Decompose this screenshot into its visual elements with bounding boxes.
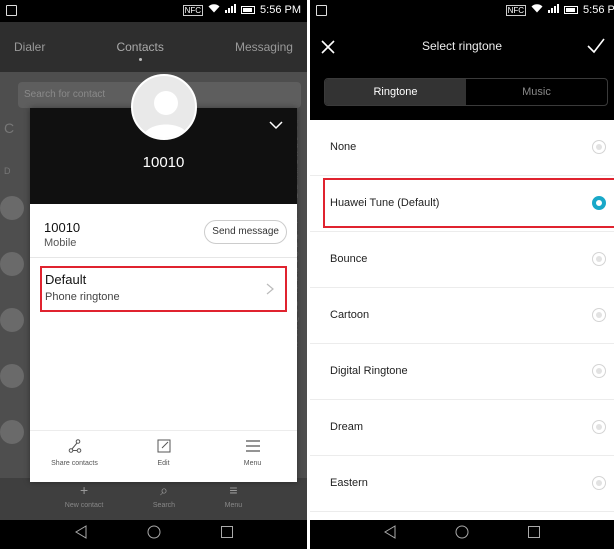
edit-button[interactable]: Edit (119, 431, 208, 482)
avatar (0, 196, 24, 220)
contact-card: 10010 10010 Mobile Send message Default … (30, 74, 297, 482)
segmented-control: Ringtone Music (324, 78, 608, 106)
menu-button[interactable]: ≡ Menu (225, 478, 243, 520)
card-menu-button[interactable]: Menu (208, 431, 297, 482)
list-item[interactable]: Bounce (310, 232, 614, 288)
signal-icon (548, 4, 560, 16)
share-icon (68, 439, 82, 455)
ringtone-header: Select ringtone (310, 22, 614, 72)
radio-button[interactable] (592, 476, 606, 490)
menu-label: Menu (224, 502, 243, 509)
selection-highlight (323, 178, 614, 228)
ringtone-option-label: Bounce (330, 253, 368, 265)
new-contact-button[interactable]: + New contact (65, 478, 104, 520)
plus-icon: + (79, 482, 89, 498)
card-menu-label: Menu (243, 460, 262, 467)
system-nav-bar (310, 520, 614, 549)
battery-icon (241, 6, 256, 14)
contact-name: 10010 (142, 154, 185, 171)
ringtone-label: Phone ringtone (45, 291, 120, 303)
ringtone-value: Default (45, 272, 87, 287)
nfc-icon: NFC (182, 4, 204, 16)
bottom-toolbar: + New contact ⌕ Search ≡ Menu (0, 478, 307, 520)
contact-avatar (131, 74, 197, 140)
tab-contacts[interactable]: Contacts (116, 40, 164, 61)
list-item[interactable]: Eastern (310, 456, 614, 512)
search-label: Search (152, 502, 176, 509)
tab-messaging[interactable]: Messaging (235, 40, 293, 54)
radio-button[interactable] (592, 252, 606, 266)
avatar (0, 364, 24, 388)
section-letter-c: C (4, 120, 15, 136)
radio-button[interactable] (592, 364, 606, 378)
nfc-icon: NFC (505, 4, 527, 16)
radio-button[interactable] (592, 420, 606, 434)
status-bar: NFC 5:56 PM (310, 0, 614, 22)
tab-dialer[interactable]: Dialer (14, 40, 45, 54)
recents-icon[interactable] (527, 525, 541, 544)
clock: 5:56 PM (260, 4, 301, 16)
check-icon[interactable] (586, 37, 606, 55)
menu-icon (245, 439, 261, 455)
ringtone-option-label: None (330, 141, 357, 153)
radio-button[interactable] (592, 140, 606, 154)
back-icon[interactable] (383, 525, 397, 544)
back-icon[interactable] (74, 525, 88, 544)
avatar (0, 308, 24, 332)
list-item[interactable]: Cartoon (310, 288, 614, 344)
tab-music[interactable]: Music (466, 79, 607, 105)
list-item[interactable]: None (310, 120, 614, 176)
ringtone-row[interactable]: Default Phone ringtone (40, 266, 287, 312)
page-title: Select ringtone (421, 39, 503, 53)
phone-number-row[interactable]: 10010 Mobile Send message (30, 204, 297, 258)
avatar (0, 252, 24, 276)
wifi-icon (208, 4, 220, 16)
edit-label: Edit (157, 460, 170, 467)
list-item[interactable]: Dream (310, 400, 614, 456)
battery-icon (564, 6, 579, 14)
ringtone-option-label: Dream (330, 421, 364, 433)
tab-ringtone[interactable]: Ringtone (325, 79, 466, 105)
avatar (0, 420, 24, 444)
recents-icon[interactable] (220, 525, 234, 544)
card-action-bar: Share contacts Edit Menu (30, 430, 297, 482)
signal-icon (225, 4, 237, 16)
clock: 5:56 PM (583, 4, 614, 16)
home-icon[interactable] (147, 525, 161, 544)
search-icon: ⌕ (160, 482, 168, 498)
ringtone-option-label: Cartoon (330, 309, 370, 321)
share-contacts-button[interactable]: Share contacts (30, 431, 119, 482)
phone-type: Mobile (44, 237, 77, 249)
edit-icon (157, 439, 171, 455)
radio-button[interactable] (592, 308, 606, 322)
home-icon[interactable] (455, 525, 469, 544)
search-button[interactable]: ⌕ Search (153, 478, 175, 520)
phone-number: 10010 (44, 220, 81, 235)
segment-bar: Ringtone Music (310, 72, 614, 120)
status-bar: NFC 5:56 PM (0, 0, 307, 22)
app-tab-bar: Dialer Contacts Messaging (0, 22, 307, 72)
new-contact-label: New contact (64, 502, 104, 509)
gallery-notification-icon (6, 5, 17, 16)
menu-icon: ≡ (229, 482, 238, 498)
ringtone-option-label: Digital Ringtone (330, 365, 408, 377)
chevron-right-icon (265, 282, 275, 295)
system-nav-bar (0, 520, 307, 549)
select-ringtone-screen: NFC 5:56 PM Select ringtone Ringtone Mus… (310, 0, 614, 549)
chevron-down-icon[interactable] (269, 118, 283, 132)
section-letter-d: D (4, 166, 11, 176)
ringtone-option-label: Eastern (330, 477, 368, 489)
contact-screen: NFC 5:56 PM Dialer Contacts Messaging Se… (0, 0, 307, 549)
wifi-icon (531, 4, 543, 16)
send-message-button[interactable]: Send message (204, 220, 287, 244)
gallery-notification-icon (316, 5, 327, 16)
share-contacts-label: Share contacts (51, 460, 98, 467)
list-item[interactable]: Digital Ringtone (310, 344, 614, 400)
